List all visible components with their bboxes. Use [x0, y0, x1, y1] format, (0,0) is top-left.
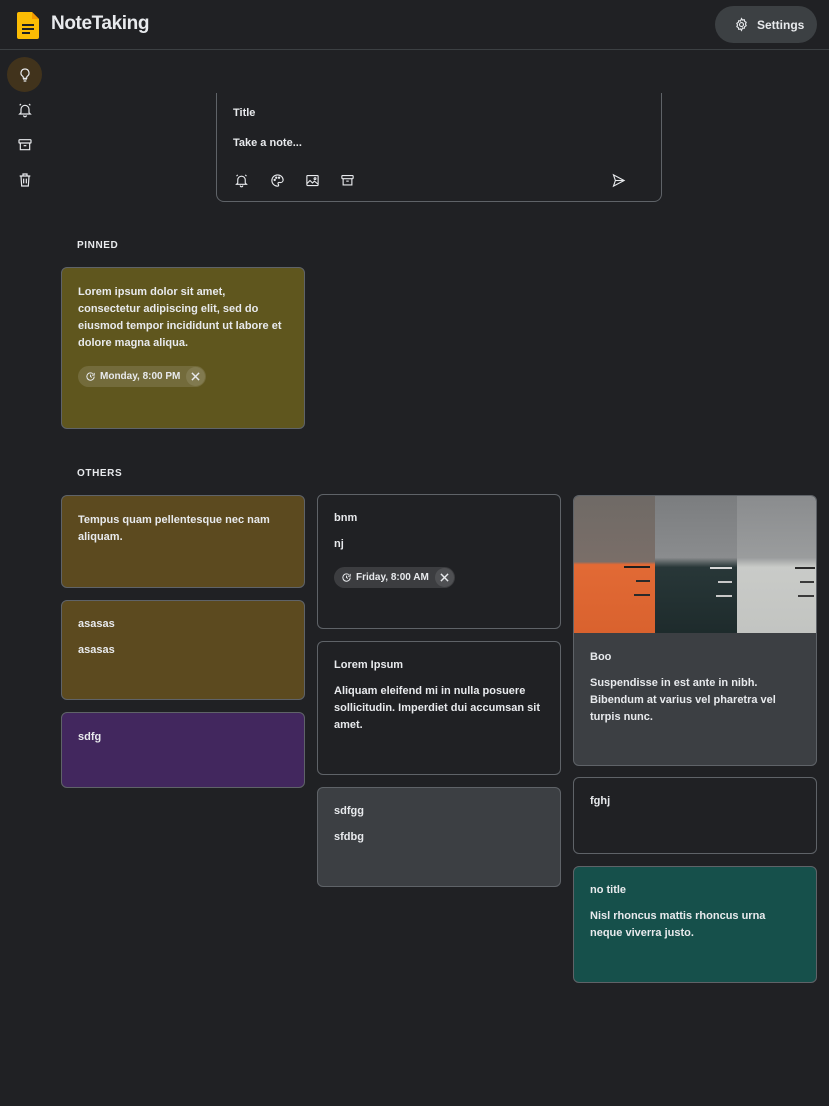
clock-icon	[342, 573, 351, 582]
note-card[interactable]: Lorem Ipsum Aliquam eleifend mi in nulla…	[317, 641, 561, 775]
note-body: Suspendisse in est ante in nibh. Bibendu…	[590, 677, 776, 723]
note-body: Nisl rhoncus mattis rhoncus urna neque v…	[590, 910, 766, 939]
sidebar-item-trash[interactable]	[7, 162, 42, 197]
note-body: asasas	[78, 644, 115, 656]
bell-icon	[234, 173, 248, 187]
trash-icon	[19, 172, 30, 187]
reminder-chip[interactable]: Friday, 8:00 AM	[334, 567, 455, 588]
note-card[interactable]: asasas asasas	[61, 600, 305, 700]
note-card[interactable]: Tempus quam pellentesque nec nam aliquam…	[61, 495, 305, 588]
palette-icon	[270, 173, 284, 187]
note-body: sfdbg	[334, 831, 364, 843]
note-title: asasas	[78, 618, 115, 630]
sidebar-item-archive[interactable]	[7, 127, 42, 162]
note-title: no title	[590, 884, 627, 896]
settings-button[interactable]: Settings	[715, 6, 817, 43]
close-icon[interactable]	[186, 367, 206, 386]
bell-icon	[17, 103, 32, 117]
others-section-label: OTHERS	[77, 468, 123, 479]
note-title: Lorem Ipsum	[334, 659, 404, 671]
note-title: bnm	[334, 512, 358, 524]
composer-reminder-button[interactable]	[232, 171, 250, 189]
composer-note-input[interactable]	[233, 137, 633, 149]
reminder-chip[interactable]: Monday, 8:00 PM	[78, 366, 207, 387]
pinned-note-1[interactable]: Lorem ipsum dolor sit amet, consectetur …	[61, 267, 305, 429]
reminder-label: Friday, 8:00 AM	[356, 572, 429, 583]
note-card[interactable]: fghj	[573, 777, 817, 854]
composer-title-input[interactable]	[233, 107, 633, 119]
note-body: Lorem ipsum dolor sit amet, consectetur …	[78, 286, 282, 349]
archive-icon	[340, 174, 354, 185]
composer-archive-button[interactable]	[338, 171, 356, 189]
app-title: NoteTaking	[51, 13, 150, 34]
gear-icon	[736, 17, 747, 32]
note-body: Tempus quam pellentesque nec nam aliquam…	[78, 514, 270, 543]
note-title: sdfgg	[334, 805, 364, 817]
close-icon[interactable]	[434, 568, 454, 587]
sidebar-item-reminders[interactable]	[7, 92, 42, 127]
image-icon	[305, 174, 319, 186]
note-card[interactable]: sdfgg sfdbg	[317, 787, 561, 887]
composer-submit-button[interactable]	[609, 171, 627, 189]
settings-label: Settings	[757, 17, 805, 32]
note-title: fghj	[590, 795, 611, 807]
note-card[interactable]: sdfg	[61, 712, 305, 788]
composer-color-button[interactable]	[268, 171, 286, 189]
note-card[interactable]: no title Nisl rhoncus mattis rhoncus urn…	[573, 866, 817, 983]
archive-icon	[17, 138, 32, 150]
note-title: Boo	[590, 651, 612, 663]
note-body: nj	[334, 538, 344, 550]
composer-image-button[interactable]	[303, 171, 321, 189]
pinned-section-label: PINNED	[77, 240, 119, 251]
note-image	[574, 496, 816, 633]
send-icon	[612, 173, 625, 187]
sidebar-item-notes[interactable]	[7, 57, 42, 92]
note-body: sdfg	[78, 731, 102, 743]
note-card[interactable]: bnm nj Friday, 8:00 AM	[317, 494, 561, 629]
note-body: Aliquam eleifend mi in nulla posuere sol…	[334, 685, 540, 731]
lightbulb-icon	[19, 67, 30, 82]
note-card[interactable]: Boo Suspendisse in est ante in nibh. Bib…	[573, 495, 817, 766]
app-header: NoteTaking Settings	[0, 0, 829, 50]
app-logo-icon	[17, 12, 39, 39]
note-composer	[216, 93, 662, 202]
clock-icon	[86, 372, 95, 381]
reminder-label: Monday, 8:00 PM	[100, 371, 181, 382]
